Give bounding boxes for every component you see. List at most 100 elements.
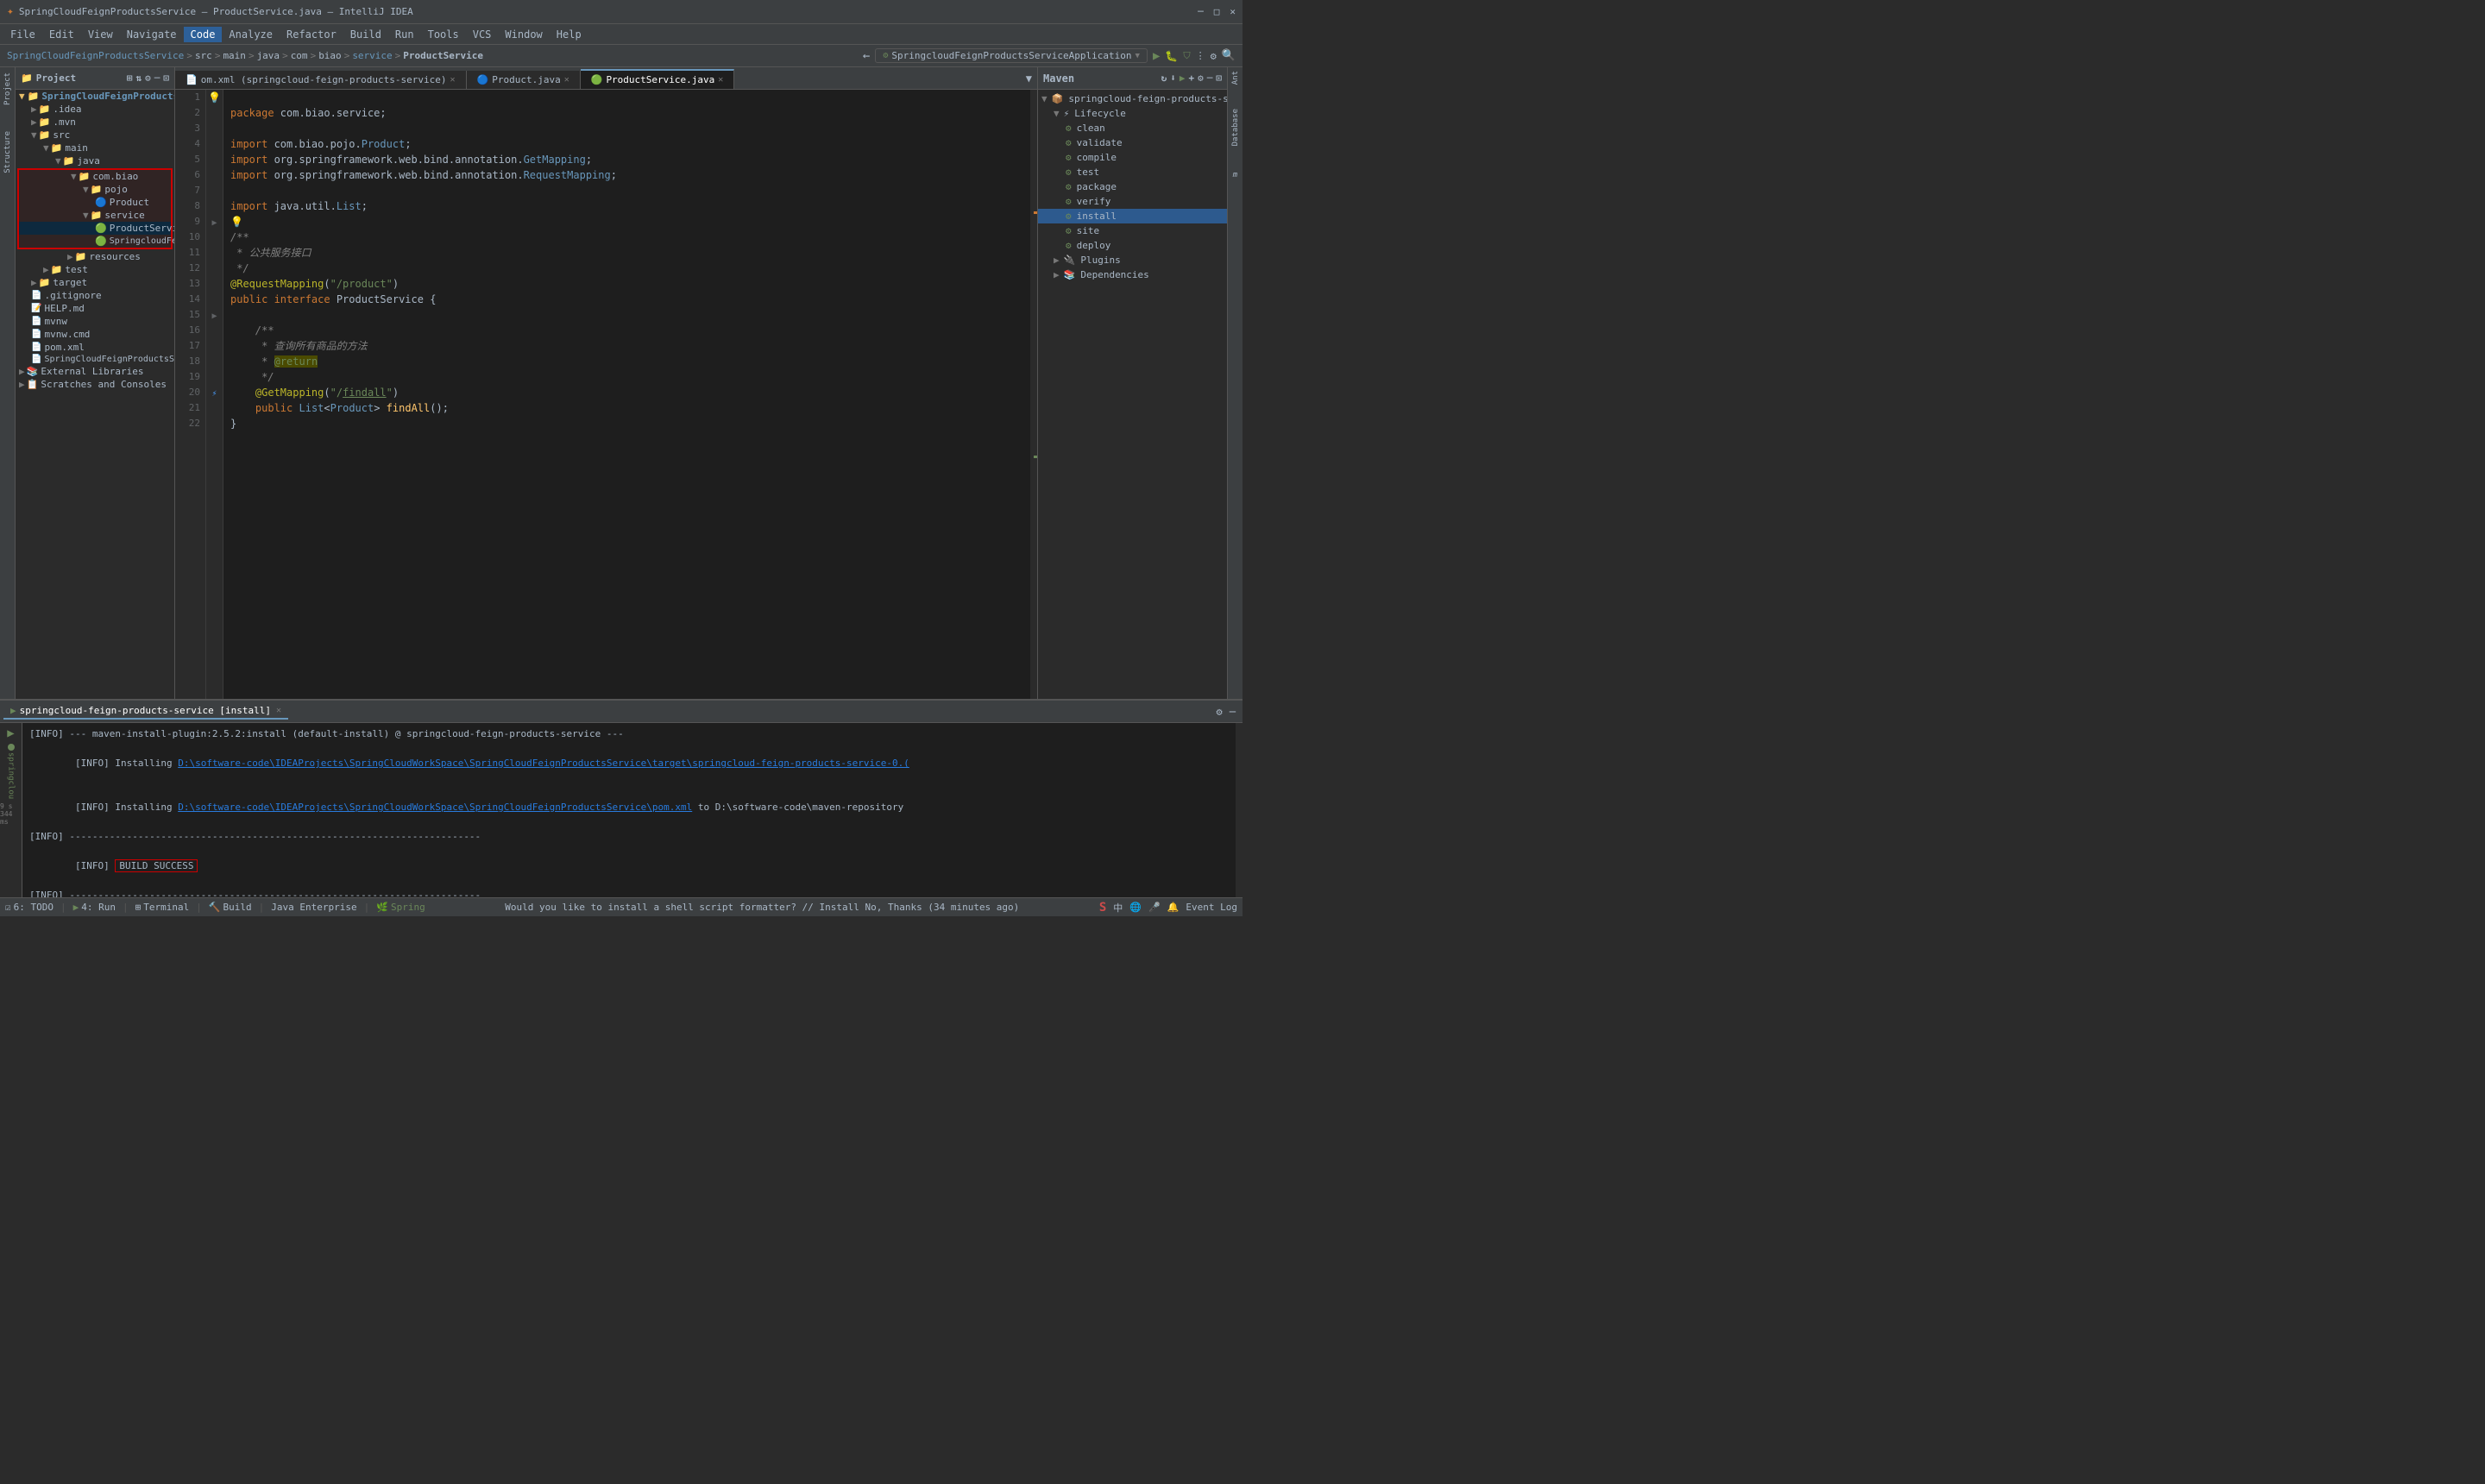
event-log-btn[interactable]: Event Log	[1186, 902, 1237, 913]
maven-expand-icon[interactable]: ⊡	[1216, 72, 1222, 84]
tree-item-pomxml[interactable]: 📄 pom.xml	[16, 341, 174, 354]
maven-install[interactable]: ⚙ install	[1038, 209, 1227, 223]
maven-verify[interactable]: ⚙ verify	[1038, 194, 1227, 209]
breadcrumb-src[interactable]: src	[195, 50, 212, 61]
run-play-btn[interactable]: ▶	[7, 726, 14, 740]
tree-item-service[interactable]: ▼ 📁 service	[19, 209, 171, 222]
maven-test[interactable]: ⚙ test	[1038, 165, 1227, 179]
debug-btn[interactable]: 🐛	[1165, 50, 1178, 62]
bell-icon[interactable]: 🔔	[1167, 902, 1180, 913]
tree-item-product[interactable]: 🔵 Product	[19, 196, 171, 209]
gutter-fold9[interactable]: ▶	[206, 214, 223, 231]
back-btn[interactable]: ←	[863, 49, 870, 63]
more-btn[interactable]: ⋮	[1196, 50, 1205, 61]
maven-validate[interactable]: ⚙ validate	[1038, 135, 1227, 150]
maven-run-icon[interactable]: ▶	[1180, 72, 1186, 84]
breadcrumb-java[interactable]: java	[257, 50, 280, 61]
network-icon[interactable]: 🌐	[1129, 902, 1142, 913]
maven-settings-icon[interactable]: ⚙	[1198, 72, 1204, 84]
maven-dependencies[interactable]: ▶ 📚 Dependencies	[1038, 267, 1227, 282]
gutter-fold15[interactable]: ▶	[206, 307, 223, 324]
menu-view[interactable]: View	[81, 27, 120, 42]
menu-window[interactable]: Window	[498, 27, 549, 42]
menu-build[interactable]: Build	[343, 27, 388, 42]
tree-item-productservice[interactable]: 🟢 ProductService	[19, 222, 171, 235]
tree-item-scratches[interactable]: ▶ 📋 Scratches and Consoles	[16, 378, 174, 391]
tree-item-combiao[interactable]: ▼ 📁 com.biao	[19, 170, 171, 183]
menu-navigate[interactable]: Navigate	[120, 27, 184, 42]
menu-help[interactable]: Help	[550, 27, 588, 42]
console-output[interactable]: [INFO] --- maven-install-plugin:2.5.2:in…	[22, 723, 1236, 897]
maven-plugins[interactable]: ▶ 🔌 Plugins	[1038, 253, 1227, 267]
todo-btn[interactable]: ☑ 6: TODO	[5, 902, 53, 913]
breadcrumb-service[interactable]: service	[352, 50, 392, 61]
console-link-pom[interactable]: D:\software-code\IDEAProjects\SpringClou…	[178, 802, 692, 813]
bottom-minimize-btn[interactable]: ─	[1226, 706, 1239, 718]
ant-icon[interactable]: Ant	[1231, 71, 1240, 85]
menu-edit[interactable]: Edit	[42, 27, 81, 42]
maven-deploy[interactable]: ⚙ deploy	[1038, 238, 1227, 253]
settings-btn[interactable]: ⚙	[1211, 50, 1217, 62]
maximize-btn[interactable]: □	[1214, 6, 1220, 17]
menu-run[interactable]: Run	[388, 27, 421, 42]
sync-icon[interactable]: ⇅	[136, 72, 142, 84]
structure-icon[interactable]: Structure	[3, 131, 12, 173]
tree-item-target[interactable]: ▶ 📁 target	[16, 276, 174, 289]
coverage-btn[interactable]: ⛉	[1183, 50, 1190, 62]
tree-item-src[interactable]: ▼ 📁 src	[16, 129, 174, 141]
breadcrumb-biao[interactable]: biao	[318, 50, 342, 61]
tree-item-resources[interactable]: ▶ 📁 resources	[16, 250, 174, 263]
breadcrumb-com[interactable]: com	[291, 50, 308, 61]
run-status-btn[interactable]: ▶ 4: Run	[73, 902, 116, 913]
code-text[interactable]: package com.biao.service; import com.bia…	[223, 90, 1030, 699]
run-config-selector[interactable]: ⚙ SpringcloudFeignProductsServiceApplica…	[875, 48, 1148, 63]
tab-product-close[interactable]: ✕	[564, 75, 569, 85]
close-btn[interactable]: ✕	[1230, 6, 1236, 17]
tree-item-pojo[interactable]: ▼ 📁 pojo	[19, 183, 171, 196]
bottom-settings-btn[interactable]: ⚙	[1213, 706, 1226, 718]
tab-omxml-close[interactable]: ✕	[450, 75, 455, 85]
maven-package[interactable]: ⚙ package	[1038, 179, 1227, 194]
terminal-btn[interactable]: ⊞ Terminal	[135, 902, 190, 913]
settings-icon[interactable]: ⚙	[145, 72, 151, 84]
tab-omxml[interactable]: 📄 om.xml (springcloud-feign-products-ser…	[175, 71, 467, 89]
breadcrumb-part-root[interactable]: SpringCloudFeignProductsService	[7, 50, 184, 61]
menu-refactor[interactable]: Refactor	[280, 27, 343, 42]
breadcrumb-productservice[interactable]: ProductService	[403, 50, 483, 61]
tree-item-helpmd[interactable]: 📝 HELP.md	[16, 302, 174, 315]
mic-icon[interactable]: 🎤	[1148, 902, 1161, 913]
tree-item-java[interactable]: ▼ 📁 java	[16, 154, 174, 167]
search-everywhere-btn[interactable]: 🔍	[1222, 49, 1236, 62]
tab-productservice[interactable]: 🟢 ProductService.java ✕	[581, 69, 735, 89]
minimize-btn[interactable]: ─	[1198, 6, 1204, 17]
spring-btn[interactable]: 🌿 Spring	[376, 902, 425, 913]
menu-file[interactable]: File	[3, 27, 42, 42]
maven-site[interactable]: ⚙ site	[1038, 223, 1227, 238]
tree-item-main[interactable]: ▼ 📁 main	[16, 141, 174, 154]
menu-code[interactable]: Code	[184, 27, 223, 42]
run-tab-close[interactable]: ✕	[276, 706, 281, 715]
project-icon[interactable]: Project	[3, 72, 12, 105]
console-link-jar[interactable]: D:\software-code\IDEAProjects\SpringClou…	[178, 758, 909, 769]
tree-item-mvnw[interactable]: 📄 mvnw	[16, 315, 174, 328]
breadcrumb-main[interactable]: main	[223, 50, 246, 61]
tree-item-idea[interactable]: ▶ 📁 .idea	[16, 103, 174, 116]
maven-minimize-icon[interactable]: ─	[1207, 72, 1213, 84]
maven-root[interactable]: ▼ 📦 springcloud-feign-products-service	[1038, 91, 1227, 106]
maven-add-icon[interactable]: +	[1189, 72, 1195, 84]
minimize-panel-icon[interactable]: ─	[154, 72, 160, 84]
tree-item-iml[interactable]: 📄 SpringCloudFeignProductsService.iml	[16, 354, 174, 365]
menu-analyze[interactable]: Analyze	[222, 27, 280, 42]
sonar-icon[interactable]: S	[1099, 901, 1106, 915]
tree-item-gitignore[interactable]: 📄 .gitignore	[16, 289, 174, 302]
menu-vcs[interactable]: VCS	[466, 27, 499, 42]
encoding-btn[interactable]: 中	[1113, 901, 1123, 915]
tab-product[interactable]: 🔵 Product.java ✕	[467, 71, 581, 89]
code-editor[interactable]: 1 2 3 4 5 6 7 8 9 10 11 12 13 14 15 16 1…	[175, 90, 1037, 699]
tree-item-root[interactable]: ▼ 📁 SpringCloudFeignProductsService D:\s…	[16, 90, 174, 103]
tab-dropdown-btn[interactable]: ▼	[1021, 72, 1037, 85]
tree-item-external-libs[interactable]: ▶ 📚 External Libraries	[16, 365, 174, 378]
maven-lifecycle[interactable]: ▼ ⚡ Lifecycle	[1038, 106, 1227, 121]
tree-item-mvnwcmd[interactable]: 📄 mvnw.cmd	[16, 328, 174, 341]
gutter-quick19[interactable]: ⚡	[206, 385, 223, 402]
